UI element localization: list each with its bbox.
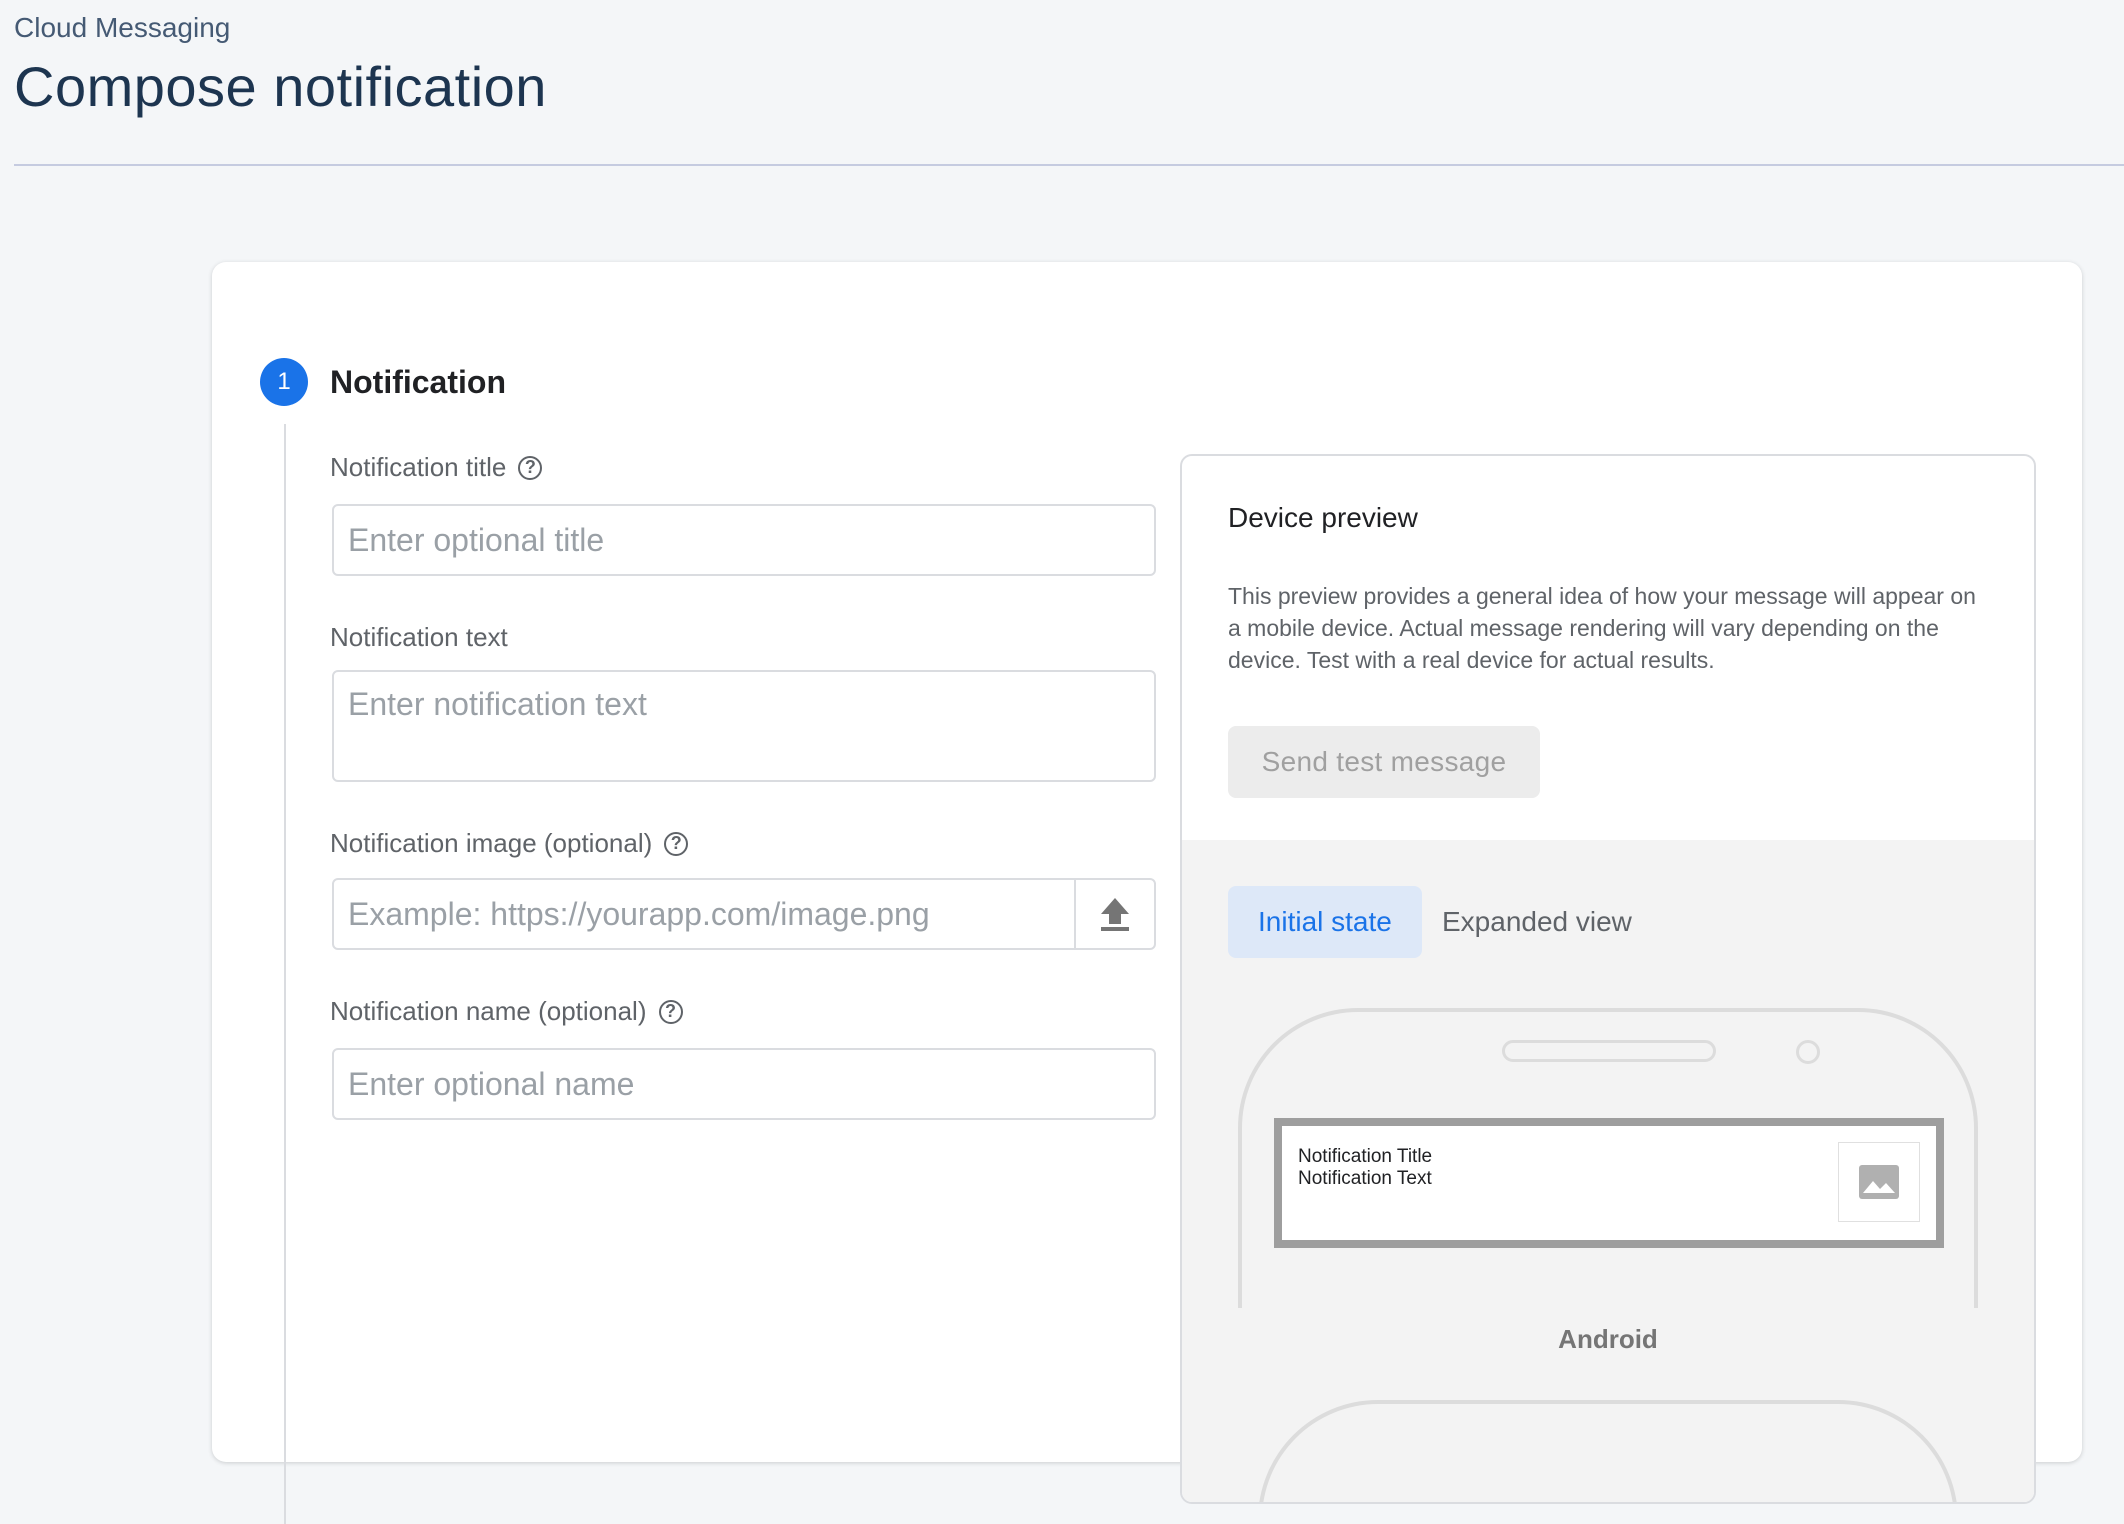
notification-image-input[interactable] xyxy=(334,880,1074,948)
image-icon xyxy=(1859,1165,1899,1199)
android-phone-mockup: Notification Title Notification Text xyxy=(1238,1008,1978,1308)
notification-text-label-text: Notification text xyxy=(330,622,508,652)
ios-phone-mockup xyxy=(1258,1400,1958,1502)
compose-card: 1 Notification Notification title ? Noti… xyxy=(212,262,2082,1524)
notification-preview-text: Notification Text xyxy=(1298,1168,1432,1189)
platform-label: Android xyxy=(1558,1324,1658,1354)
step-connector-line xyxy=(284,424,286,1524)
phone-camera xyxy=(1796,1040,1820,1064)
breadcrumb[interactable]: Cloud Messaging xyxy=(14,12,230,44)
notification-text-input[interactable] xyxy=(332,670,1156,782)
upload-button[interactable] xyxy=(1074,880,1154,948)
notification-name-label-text: Notification name (optional) xyxy=(330,996,647,1026)
preview-area: Initial state Expanded view Notification… xyxy=(1182,840,2034,1502)
notification-name-input[interactable] xyxy=(332,1048,1156,1120)
phone-speaker xyxy=(1502,1040,1716,1062)
tab-initial-state[interactable]: Initial state xyxy=(1228,886,1422,958)
help-icon[interactable]: ? xyxy=(658,999,683,1024)
tab-expanded-view[interactable]: Expanded view xyxy=(1412,886,1662,958)
notification-preview-title: Notification Title xyxy=(1298,1146,1433,1167)
notification-image-label: Notification image (optional) ? xyxy=(330,828,689,859)
help-icon[interactable]: ? xyxy=(518,455,543,480)
device-preview-panel: Device preview This preview provides a g… xyxy=(1180,454,2036,1504)
step-number: 1 xyxy=(260,358,308,406)
notification-preview: Notification Title Notification Text xyxy=(1282,1126,1936,1240)
notification-text-label: Notification text xyxy=(330,622,508,653)
device-preview-description: This preview provides a general idea of … xyxy=(1228,583,1976,673)
step-title: Notification xyxy=(330,364,506,400)
notification-title-label-text: Notification title xyxy=(330,452,507,482)
phone-screen: Notification Title Notification Text xyxy=(1274,1118,1944,1248)
help-icon[interactable]: ? xyxy=(664,831,689,856)
notification-name-label: Notification name (optional) ? xyxy=(330,996,683,1027)
upload-icon xyxy=(1101,898,1129,931)
notification-image-field xyxy=(332,878,1156,950)
notification-image-placeholder xyxy=(1838,1142,1920,1222)
notification-title-label: Notification title ? xyxy=(330,452,543,483)
notification-image-label-text: Notification image (optional) xyxy=(330,828,653,858)
device-preview-title: Device preview xyxy=(1228,502,1418,533)
header-divider xyxy=(14,164,2124,166)
send-test-message-button[interactable]: Send test message xyxy=(1228,726,1540,798)
notification-title-input[interactable] xyxy=(332,504,1156,576)
page-title: Compose notification xyxy=(14,55,547,118)
